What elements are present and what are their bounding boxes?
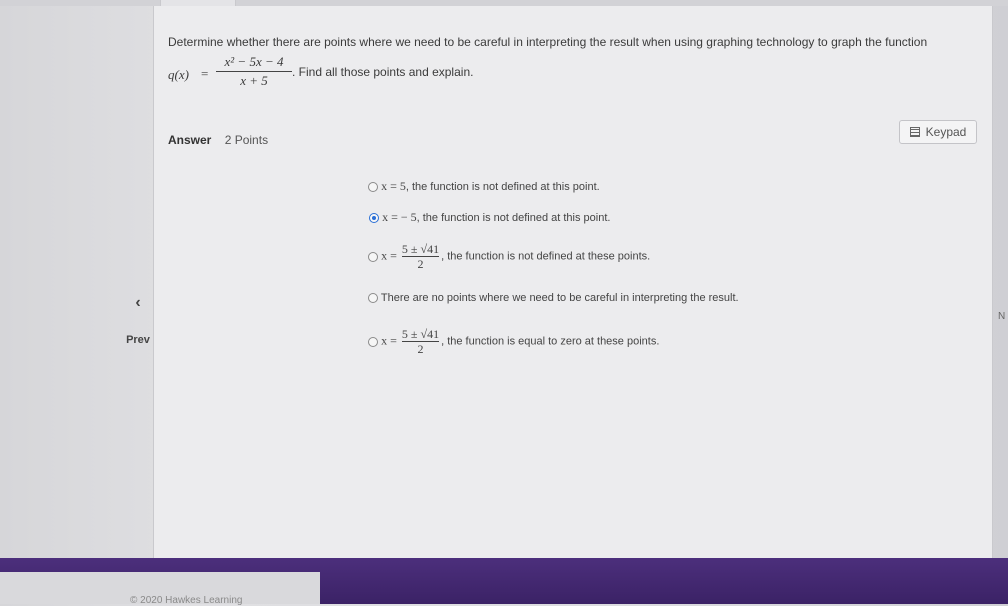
answer-header: Answer 2 Points [168, 133, 268, 147]
answer-option-5[interactable]: x = 5 ± √41 2 , the function is equal to… [368, 327, 659, 356]
answer-label: Answer [168, 133, 212, 147]
option-math-prefix: x = [381, 248, 397, 263]
function-expression: q(x) = x² − 5x − 4 x + 5 . Find all thos… [168, 54, 668, 94]
question-text: Determine whether there are points where… [168, 35, 928, 49]
option-fraction: 5 ± √41 2 [401, 327, 440, 356]
radio-button[interactable] [368, 293, 378, 304]
fraction-numerator: x² − 5x − 4 [224, 54, 284, 69]
keypad-label: Keypad [925, 125, 967, 139]
chevron-left-icon: ‹ [135, 294, 141, 311]
keypad-icon [909, 127, 920, 137]
option-text: , the function is not defined at this po… [416, 212, 611, 224]
copyright-text: © 2020 Hawkes Learning [130, 595, 243, 606]
option-fraction: 5 ± √41 2 [401, 242, 440, 271]
answer-option-4[interactable]: There are no points where we need to be … [368, 292, 739, 304]
fraction-numerator: 5 ± √41 [401, 242, 440, 256]
radio-button-selected[interactable] [369, 213, 379, 224]
answer-option-3[interactable]: x = 5 ± √41 2 , the function is not defi… [368, 242, 650, 271]
option-math: x = 5 [381, 179, 406, 193]
fraction-numerator: 5 ± √41 [401, 327, 440, 341]
option-text: , the function is not defined at this po… [405, 181, 600, 193]
next-label-partial[interactable]: N [998, 311, 1005, 322]
question-prompt: Determine whether there are points where… [168, 35, 968, 88]
option-text: , the function is not defined at these p… [441, 250, 651, 263]
option-text: , the function is equal to zero at these… [441, 335, 660, 348]
fraction-denominator: 2 [417, 342, 424, 356]
answer-option-2[interactable]: x = − 5, the function is not defined at … [369, 210, 610, 225]
function-fraction: x² − 5x − 4 x + 5 [216, 54, 292, 89]
radio-button[interactable] [368, 251, 378, 262]
option-math-prefix: x = [381, 333, 397, 348]
answer-option-1[interactable]: x = 5, the function is not defined at th… [368, 179, 600, 194]
fraction-denominator: 2 [417, 257, 424, 271]
option-text: There are no points where we need to be … [380, 292, 739, 304]
fraction-denominator: x + 5 [240, 73, 268, 88]
points-label: 2 Points [224, 133, 269, 147]
radio-button[interactable] [368, 336, 378, 347]
prev-button[interactable]: ‹ Prev [118, 294, 158, 347]
fraction-bar [216, 71, 292, 72]
function-equals: = [201, 66, 209, 81]
question-instruction: . Find all those points and explain. [292, 65, 474, 79]
radio-button[interactable] [368, 182, 378, 193]
prev-label: Prev [126, 334, 150, 346]
keypad-button[interactable]: Keypad [899, 120, 977, 144]
option-math: x = − 5 [382, 210, 417, 224]
function-name: q(x) [168, 67, 189, 82]
